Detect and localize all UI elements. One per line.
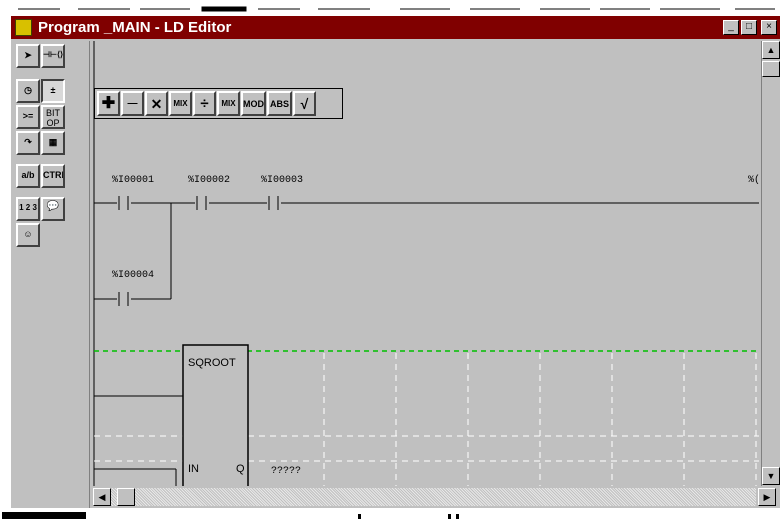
- abs-button[interactable]: ABS: [267, 91, 292, 116]
- divide-button[interactable]: ÷: [193, 91, 216, 116]
- comment-icon[interactable]: 💬: [41, 197, 65, 221]
- contact-3-label[interactable]: %I00003: [261, 175, 303, 186]
- contact-2: [195, 196, 209, 210]
- top-strip-scrap: [0, 0, 780, 16]
- timer-icon[interactable]: ◷: [16, 79, 40, 103]
- add-button[interactable]: ✚: [97, 91, 120, 116]
- ctrl-button[interactable]: CTRL: [41, 164, 65, 188]
- mod-button[interactable]: MOD: [241, 91, 266, 116]
- table-icon[interactable]: ▦: [41, 131, 65, 155]
- horizontal-scrollbar[interactable]: ◀ ▶: [91, 486, 780, 508]
- scroll-down-icon[interactable]: ▼: [762, 467, 780, 485]
- contacts-coils-icon[interactable]: ⊣⊢⟨⟩: [41, 44, 65, 68]
- math-icon[interactable]: ±: [41, 79, 65, 103]
- maximize-button[interactable]: □: [741, 20, 757, 35]
- title-bar[interactable]: Program _MAIN - LD Editor _ □ ×: [11, 16, 780, 39]
- sqroot-block-title: SQROOT: [188, 357, 236, 369]
- instruction-palette: ➤ ⊣⊢⟨⟩ ◷ ± >= BIT OP ↷ ▦ a/b CTRL 1 2 3 …: [13, 41, 90, 508]
- sqroot-output-value[interactable]: ?????: [271, 466, 301, 477]
- sqrt-button[interactable]: √: [293, 91, 316, 116]
- jump-icon[interactable]: ↷: [16, 131, 40, 155]
- contact-4: [117, 292, 131, 306]
- bottom-strip: [0, 508, 780, 525]
- scroll-right-icon[interactable]: ▶: [758, 488, 776, 506]
- scroll-left-icon[interactable]: ◀: [93, 488, 111, 506]
- ladder-canvas[interactable]: ✚ — ✕ MIX ÷ MIX MOD ABS √ %I00001 %I0000…: [91, 41, 761, 486]
- sqroot-output-label: Q: [236, 463, 245, 475]
- move-icon[interactable]: a/b: [16, 164, 40, 188]
- window-title: Program _MAIN - LD Editor: [38, 19, 232, 36]
- sqroot-input-label: IN: [188, 463, 199, 475]
- multiply-mix-button[interactable]: MIX: [169, 91, 192, 116]
- multiply-button[interactable]: ✕: [145, 91, 168, 116]
- vertical-scrollbar[interactable]: ▲ ▼: [761, 41, 780, 486]
- compare-icon[interactable]: >=: [16, 105, 40, 129]
- contact-2-label[interactable]: %I00002: [188, 175, 230, 186]
- contact-4-label[interactable]: %I00004: [112, 270, 154, 281]
- clipped-contact-label: %(: [748, 175, 761, 186]
- app-icon: [15, 19, 32, 36]
- minimize-button[interactable]: _: [723, 20, 739, 35]
- face-icon[interactable]: ☺: [16, 223, 40, 247]
- close-button[interactable]: ×: [761, 20, 777, 35]
- subtract-button[interactable]: —: [121, 91, 144, 116]
- top-window-strip: [0, 0, 780, 16]
- contact-3: [267, 196, 281, 210]
- scroll-up-icon[interactable]: ▲: [762, 41, 780, 59]
- conversion-icon[interactable]: 1 2 3: [16, 197, 40, 221]
- horizontal-scroll-track[interactable]: [111, 488, 756, 506]
- select-arrow-icon[interactable]: ➤: [16, 44, 40, 68]
- divide-mix-button[interactable]: MIX: [217, 91, 240, 116]
- ld-editor-window: Program _MAIN - LD Editor _ □ × ➤ ⊣⊢⟨⟩ ◷…: [11, 16, 780, 508]
- contact-1: [117, 196, 131, 210]
- bit-op-button[interactable]: BIT OP: [41, 105, 65, 129]
- horizontal-scroll-thumb[interactable]: [117, 488, 135, 506]
- vertical-scroll-thumb[interactable]: [762, 61, 780, 77]
- math-toolbar: ✚ — ✕ MIX ÷ MIX MOD ABS √: [94, 88, 343, 119]
- contact-1-label[interactable]: %I00001: [112, 175, 154, 186]
- bottom-strip-scrap: [2, 512, 459, 519]
